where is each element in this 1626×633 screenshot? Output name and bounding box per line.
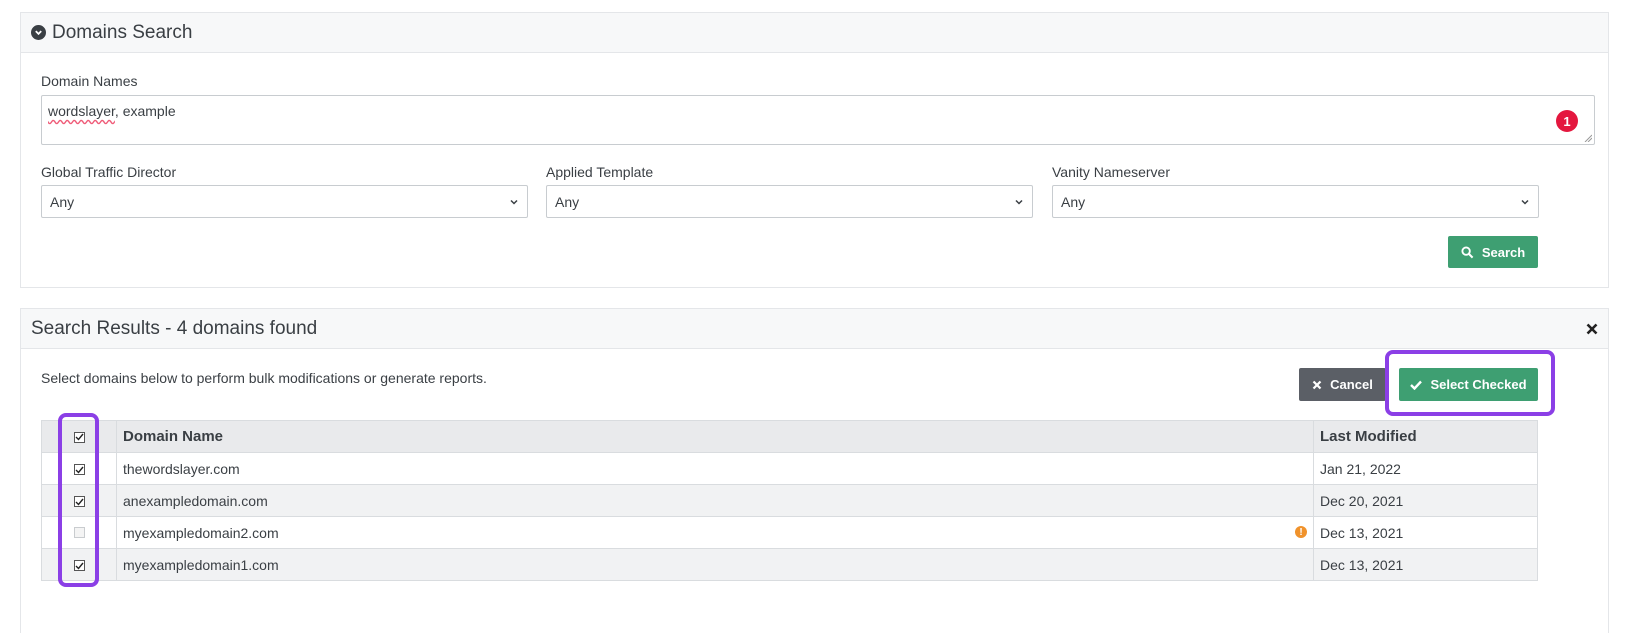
domain-name-cell: thewordslayer.com xyxy=(116,452,1314,485)
chevron-down-icon xyxy=(510,199,518,205)
search-button-label: Search xyxy=(1481,244,1526,260)
vanity-nameserver-value: Any xyxy=(1061,193,1086,210)
select-all-checkbox[interactable] xyxy=(73,431,85,443)
table-row[interactable]: thewordslayer.com Jan 21, 2022 xyxy=(41,452,1538,485)
resize-grip-icon[interactable] xyxy=(1584,134,1592,142)
domain-name-cell: myexampledomain1.com xyxy=(116,548,1314,581)
row-checkbox[interactable] xyxy=(73,560,85,571)
domains-search-panel: Domains Search Domain Names wordslayer, … xyxy=(20,12,1609,288)
last-modified-cell: Dec 13, 2021 xyxy=(1313,516,1538,549)
gtd-label: Global Traffic Director xyxy=(41,164,177,180)
row-checkbox-cell xyxy=(41,548,117,581)
vanity-nameserver-label: Vanity Nameserver xyxy=(1052,164,1171,180)
gtd-select-value: Any xyxy=(50,193,75,210)
results-table: Domain Name Last Modified thewordslayer.… xyxy=(41,420,1538,581)
row-checkbox-cell xyxy=(41,516,117,549)
chevron-down-icon[interactable] xyxy=(31,25,46,40)
domains-search-title: Domains Search xyxy=(52,21,193,43)
results-hint: Select domains below to perform bulk mod… xyxy=(41,370,487,386)
table-row[interactable]: myexampledomain2.com ! Dec 13, 2021 xyxy=(41,516,1538,549)
select-checked-button-label: Select Checked xyxy=(1430,377,1527,392)
domain-names-label: Domain Names xyxy=(41,73,138,89)
domains-search-header[interactable]: Domains Search xyxy=(21,13,1608,53)
row-checkbox-disabled xyxy=(73,526,85,538)
last-modified-cell: Jan 21, 2022 xyxy=(1313,452,1538,485)
row-checkbox-cell xyxy=(41,484,117,517)
chevron-down-icon xyxy=(1521,199,1529,205)
select-checked-button[interactable]: Select Checked xyxy=(1399,368,1538,401)
domain-name-cell: myexampledomain2.com ! xyxy=(116,516,1314,549)
last-modified-cell: Dec 20, 2021 xyxy=(1313,484,1538,517)
column-header-domain[interactable]: Domain Name xyxy=(116,420,1314,453)
warning-icon[interactable]: ! xyxy=(1295,526,1307,538)
domain-name-text: myexampledomain2.com xyxy=(123,524,279,541)
gtd-select[interactable]: Any xyxy=(41,185,528,218)
checkmark-icon xyxy=(1410,380,1423,390)
applied-template-value: Any xyxy=(555,193,580,210)
table-header-row: Domain Name Last Modified xyxy=(41,420,1538,453)
close-icon[interactable] xyxy=(1586,323,1598,335)
last-modified-cell: Dec 13, 2021 xyxy=(1313,548,1538,581)
cancel-button[interactable]: Cancel xyxy=(1299,368,1386,401)
domain-name-cell: anexampledomain.com xyxy=(116,484,1314,517)
table-row[interactable]: anexampledomain.com Dec 20, 2021 xyxy=(41,484,1538,517)
column-header-modified[interactable]: Last Modified xyxy=(1313,420,1538,453)
row-checkbox[interactable] xyxy=(73,464,85,475)
error-count-badge: 1 xyxy=(1556,110,1578,132)
close-icon xyxy=(1312,380,1322,389)
domain-names-value: , example xyxy=(114,103,176,119)
search-button[interactable]: Search xyxy=(1448,236,1538,268)
row-checkbox-cell xyxy=(41,452,117,485)
domain-names-input[interactable]: wordslayer, example 1 xyxy=(41,95,1595,145)
table-row[interactable]: myexampledomain1.com Dec 13, 2021 xyxy=(41,548,1538,581)
domain-names-spellcheck-word: wordslayer xyxy=(48,103,115,119)
search-results-panel: Search Results - 4 domains found Select … xyxy=(20,308,1609,633)
applied-template-label: Applied Template xyxy=(546,164,654,180)
search-icon xyxy=(1461,245,1474,258)
search-results-header: Search Results - 4 domains found xyxy=(21,309,1608,349)
search-results-title: Search Results - 4 domains found xyxy=(31,317,318,339)
vanity-nameserver-select[interactable]: Any xyxy=(1052,185,1539,218)
row-checkbox[interactable] xyxy=(73,496,85,507)
cancel-button-label: Cancel xyxy=(1330,377,1373,392)
chevron-down-icon xyxy=(1015,199,1023,205)
select-all-cell xyxy=(41,420,117,453)
applied-template-select[interactable]: Any xyxy=(546,185,1033,218)
